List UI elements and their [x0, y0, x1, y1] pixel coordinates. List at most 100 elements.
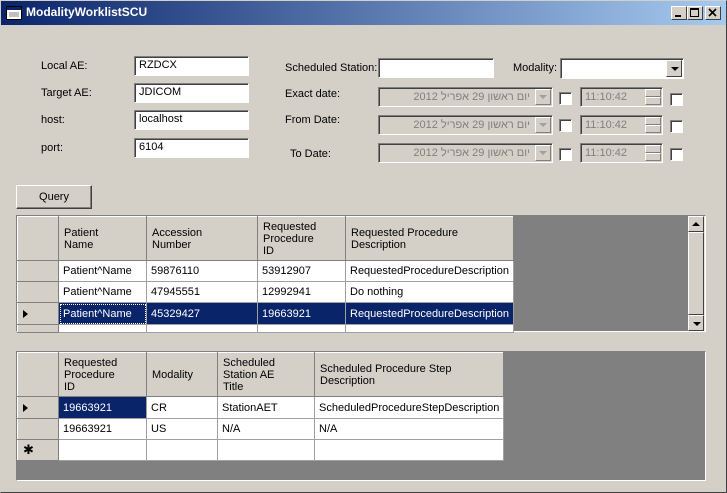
from-date-picker[interactable]: יום ראשון 29 אפריל 2012 [378, 115, 553, 135]
table-cell[interactable]: StationAET [217, 396, 315, 419]
table-cell[interactable]: 59876110 [146, 260, 258, 282]
calendar-dropdown-button[interactable] [535, 145, 551, 161]
table-row-new[interactable]: ✱ [17, 439, 505, 461]
table-row[interactable]: 19663921 US N/A N/A [17, 418, 505, 440]
from-date-label: From Date: [285, 114, 341, 126]
to-time-checkbox[interactable] [670, 148, 683, 161]
scroll-down-button[interactable] [688, 315, 704, 331]
table-cell[interactable]: Patient^Name [58, 281, 147, 303]
table-cell[interactable]: 19663921 [257, 302, 346, 325]
table-cell[interactable]: Do nothing [345, 281, 514, 303]
table-row[interactable]: 19663921 CR StationAET ScheduledProcedur… [17, 396, 505, 419]
table-row[interactable]: Patient^Name 59876110 53912907 Requested… [17, 260, 514, 282]
column-header[interactable]: Accession Number [146, 216, 258, 261]
chevron-down-icon [539, 123, 547, 127]
to-date-value: יום ראשון 29 אפריל 2012 [413, 147, 530, 159]
table-cell[interactable]: N/A [217, 418, 315, 440]
table-cell[interactable]: 19663921 [58, 396, 147, 419]
column-header[interactable]: Scheduled Procedure Step Description [313, 352, 505, 397]
column-header[interactable]: Requested Procedure ID [257, 216, 346, 261]
row-header[interactable] [17, 324, 59, 333]
query-button[interactable]: Query [16, 185, 92, 209]
dropdown-button[interactable] [666, 60, 682, 77]
column-header-label: Requested Procedure ID [263, 220, 317, 257]
column-header[interactable]: Modality [146, 352, 218, 397]
local-ae-field[interactable]: RZDCX [134, 56, 249, 76]
close-button[interactable] [705, 6, 721, 20]
spin-up-button[interactable] [645, 145, 661, 153]
table-cell[interactable]: 53912907 [257, 260, 346, 282]
table-cell[interactable] [217, 439, 315, 461]
spin-up-button[interactable] [645, 117, 661, 125]
scheduled-station-field[interactable] [378, 58, 494, 78]
row-header[interactable] [17, 418, 59, 440]
scroll-up-button[interactable] [688, 216, 704, 232]
column-header[interactable]: Requested Procedure ID [58, 352, 147, 397]
table-cell[interactable]: 12992941 [257, 281, 346, 303]
spin-down-button[interactable] [645, 97, 661, 105]
maximize-button[interactable] [687, 6, 703, 20]
title-bar[interactable]: ModalityWorklistSCU [1, 1, 726, 25]
from-date-checkbox[interactable] [559, 119, 572, 132]
modality-dropdown[interactable] [560, 58, 684, 79]
app-icon [6, 6, 22, 20]
row-header[interactable] [17, 396, 59, 419]
calendar-dropdown-button[interactable] [535, 117, 551, 133]
scroll-thumb[interactable] [688, 232, 704, 315]
row-header[interactable]: ✱ [17, 439, 59, 461]
column-header[interactable]: Requested Procedure Description [345, 216, 514, 261]
column-header[interactable]: Patient Name [58, 216, 147, 261]
worklist-vertical-scrollbar[interactable] [688, 216, 705, 331]
time-spinner[interactable] [645, 89, 661, 105]
from-time-picker[interactable]: 11:10:42 [580, 115, 663, 135]
port-label: port: [41, 142, 64, 154]
exact-time-checkbox[interactable] [670, 93, 683, 106]
table-row-new[interactable] [17, 324, 514, 333]
spin-up-button[interactable] [645, 89, 661, 97]
table-cell[interactable] [313, 439, 505, 461]
table-cell[interactable]: N/A [313, 418, 505, 440]
table-cell[interactable]: US [146, 418, 218, 440]
procedure-steps-grid[interactable]: Requested Procedure ID Modality Scheduled S… [16, 351, 706, 481]
row-header[interactable] [17, 302, 59, 325]
to-date-checkbox[interactable] [559, 148, 572, 161]
time-spinner[interactable] [645, 145, 661, 161]
time-spinner[interactable] [645, 117, 661, 133]
table-cell[interactable]: ScheduledProcedureStepDescription [313, 396, 505, 419]
table-cell[interactable]: 45329427 [146, 302, 258, 325]
table-row[interactable]: Patient^Name 47945551 12992941 Do nothin… [17, 281, 514, 303]
table-cell[interactable] [58, 439, 147, 461]
spin-down-button[interactable] [645, 125, 661, 133]
to-time-picker[interactable]: 11:10:42 [580, 143, 663, 163]
calendar-dropdown-button[interactable] [535, 89, 551, 105]
table-cell[interactable]: Patient^Name [58, 302, 147, 325]
host-field[interactable]: localhost [134, 110, 249, 130]
row-header-corner [17, 216, 59, 261]
table-cell[interactable]: CR [146, 396, 218, 419]
new-row-icon: ✱ [23, 442, 34, 457]
table-cell[interactable]: RequestedProcedureDescription [345, 260, 514, 282]
modality-label: Modality: [513, 62, 558, 74]
table-cell[interactable] [146, 439, 218, 461]
row-header[interactable] [17, 260, 59, 282]
column-header-label: Requested Procedure ID [64, 356, 118, 393]
exact-date-checkbox[interactable] [559, 92, 572, 105]
table-row-selected[interactable]: Patient^Name 45329427 19663921 Requested… [17, 302, 514, 325]
port-field[interactable]: 6104 [134, 138, 249, 158]
from-time-checkbox[interactable] [670, 120, 683, 133]
table-cell[interactable]: 19663921 [58, 418, 147, 440]
scheduled-station-label: Scheduled Station: [285, 62, 378, 74]
exact-date-picker[interactable]: יום ראשון 29 אפריל 2012 [378, 87, 553, 107]
table-cell[interactable]: 47945551 [146, 281, 258, 303]
column-header[interactable]: Scheduled Station AE Title [217, 352, 315, 397]
table-cell[interactable]: RequestedProcedureDescription [345, 302, 514, 325]
exact-time-picker[interactable]: 11:10:42 [580, 87, 663, 107]
target-ae-field[interactable]: JDICOM [134, 83, 249, 103]
to-date-picker[interactable]: יום ראשון 29 אפריל 2012 [378, 143, 553, 163]
minimize-button[interactable] [671, 6, 687, 20]
row-header[interactable] [17, 281, 59, 303]
table-cell[interactable]: Patient^Name [58, 260, 147, 282]
worklist-grid[interactable]: Patient Name Accession Number Requested Pro… [16, 215, 706, 333]
target-ae-label: Target AE: [41, 87, 92, 99]
spin-down-button[interactable] [645, 153, 661, 161]
